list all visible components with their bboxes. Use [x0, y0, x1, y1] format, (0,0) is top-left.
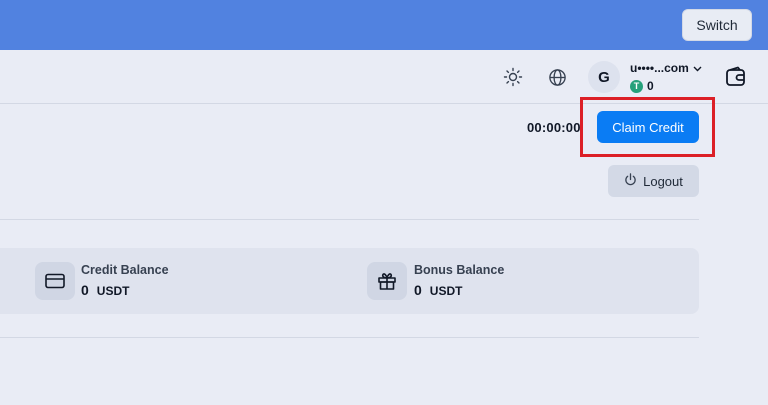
chevron-down-icon — [693, 61, 702, 75]
sun-icon[interactable] — [502, 66, 524, 88]
globe-icon[interactable] — [546, 66, 568, 88]
divider — [0, 337, 699, 338]
countdown-timer: 00:00:00 — [527, 120, 581, 135]
user-menu[interactable]: u••••...com — [630, 61, 702, 75]
user-name: u••••...com — [630, 61, 689, 75]
switch-button[interactable]: Switch — [682, 9, 752, 41]
credit-balance-value: 0 USDT — [81, 282, 129, 298]
credit-balance-title: Credit Balance — [81, 263, 169, 277]
credit-card-icon — [35, 262, 75, 300]
bonus-balance-currency: USDT — [429, 284, 463, 298]
gift-icon — [367, 262, 407, 300]
logout-button[interactable]: Logout — [608, 165, 699, 197]
credit-balance-amount: 0 — [81, 282, 89, 298]
credit-balance-currency: USDT — [96, 284, 130, 298]
user-balance-value: 0 — [647, 79, 654, 93]
bonus-balance-amount: 0 — [414, 282, 422, 298]
logout-label: Logout — [643, 173, 683, 189]
balance-panel: Credit Balance 0 USDT Bonus Balance 0 US… — [0, 248, 699, 314]
user-balance: T 0 — [630, 79, 654, 93]
wallet-icon[interactable] — [724, 65, 748, 89]
claim-credit-button[interactable]: Claim Credit — [597, 111, 699, 143]
bonus-balance-title: Bonus Balance — [414, 263, 505, 277]
tether-icon: T — [630, 79, 643, 93]
header-bar: G u••••...com T 0 — [0, 50, 768, 104]
avatar[interactable]: G — [588, 61, 620, 93]
top-bar: Switch — [0, 0, 768, 50]
divider — [0, 219, 699, 220]
power-icon — [624, 173, 637, 189]
bonus-balance-value: 0 USDT — [414, 282, 462, 298]
